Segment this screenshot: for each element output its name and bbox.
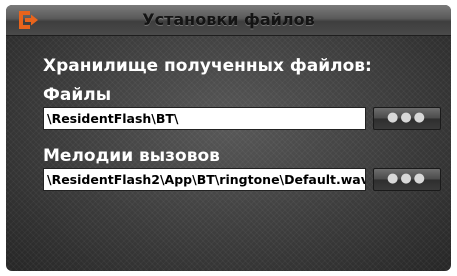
settings-screen: Установки файлов Хранилище полученных фа… bbox=[6, 5, 451, 271]
page-title: Установки файлов bbox=[142, 10, 315, 29]
storage-heading: Хранилище полученных файлов: bbox=[43, 56, 372, 76]
files-label: Файлы bbox=[43, 85, 112, 105]
exit-icon bbox=[19, 11, 38, 29]
title-bar: Установки файлов bbox=[6, 5, 451, 36]
files-path-field[interactable]: \ResidentFlash\BT\ bbox=[43, 107, 366, 130]
ringtone-browse-button[interactable]: ●●● bbox=[373, 168, 441, 191]
files-browse-button[interactable]: ●●● bbox=[373, 107, 441, 130]
ringtones-label: Мелодии вызовов bbox=[43, 146, 220, 166]
back-button[interactable] bbox=[16, 8, 40, 32]
ringtone-path-field[interactable]: \ResidentFlash2\App\BT\ringtone\Default.… bbox=[43, 168, 366, 191]
